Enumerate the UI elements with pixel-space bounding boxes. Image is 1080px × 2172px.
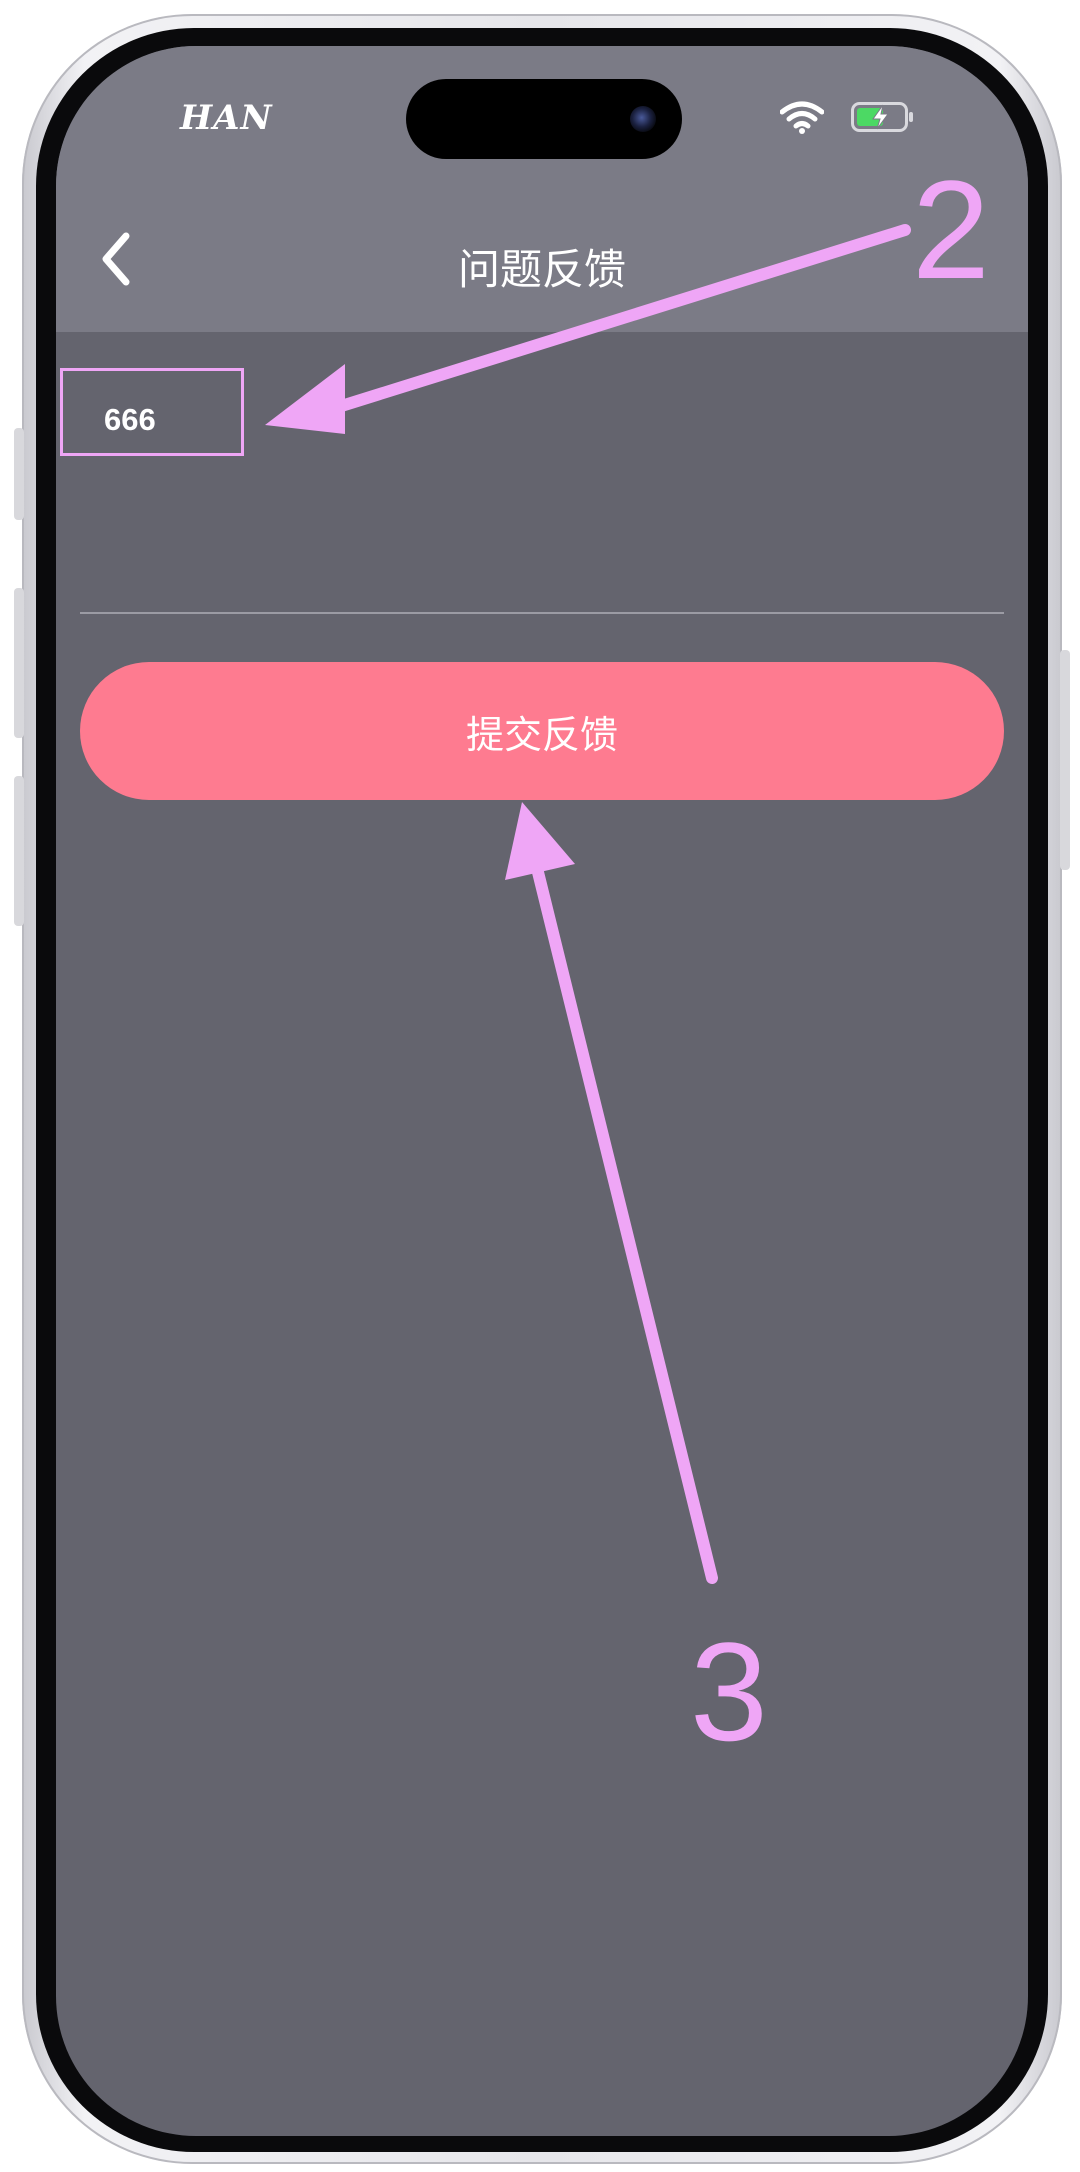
status-carrier: HAN <box>180 98 273 138</box>
battery-charging-icon <box>851 102 913 132</box>
divider <box>80 612 1004 614</box>
submit-feedback-button[interactable]: 提交反馈 <box>80 662 1004 800</box>
app-screen: HAN 问题反馈 666 提交反馈 <box>56 46 1028 2136</box>
phone-power-button <box>1060 650 1070 870</box>
camera-icon <box>630 106 656 132</box>
wifi-icon <box>780 101 824 134</box>
phone-volume-up <box>14 588 24 738</box>
annotation-number-2: 2 <box>912 151 990 308</box>
annotation-number-3: 3 <box>690 1613 768 1770</box>
annotation-highlight-box <box>60 368 244 456</box>
phone-volume-down <box>14 776 24 926</box>
phone-side-button <box>14 428 24 520</box>
page-title: 问题反馈 <box>457 245 626 294</box>
